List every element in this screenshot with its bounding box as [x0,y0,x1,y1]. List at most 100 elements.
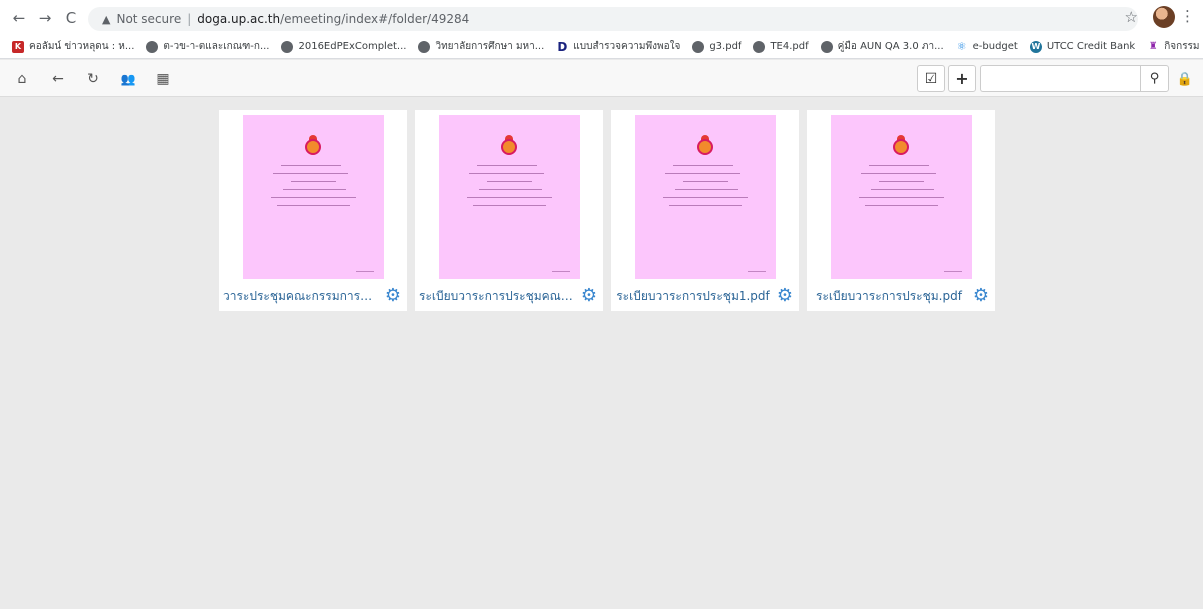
lock-icon[interactable]: 🔒 [1175,70,1195,88]
bookmark-label: UTCC Credit Bank [1046,41,1136,52]
bookmark-item[interactable]: D แบบสำรวจความพึงพอใจ [556,39,680,54]
thumbnail-text-line [283,189,346,190]
university-seal-icon [499,135,519,157]
k-logo-icon: K [12,40,24,53]
bookmark-star-icon[interactable]: ☆ [1125,8,1138,26]
warning-icon: ▲ [102,12,111,26]
bookmark-item[interactable]: g3.pdf [692,40,742,53]
bookmark-item[interactable]: TE4.pdf [753,40,809,53]
grid-view-icon[interactable]: ▦ [153,69,173,89]
file-name-link[interactable]: ระเบียบวาระการประชุม1.pdf [611,286,771,306]
file-card[interactable]: ระเบียบวาระการประชุมคณะกรรมการ.pdf⚙ [415,110,603,311]
thumbnail-footer-line [944,271,962,272]
bookmark-label: ต-วข-า-ตและเกณฑ-ก... [163,41,270,52]
address-bar[interactable]: ▲ Not secure | doga.up.ac.th /emeeting/i… [88,7,1138,31]
thumbnail-text-line [673,165,733,166]
bookmark-item[interactable]: ต-วข-า-ตและเกณฑ-ก... [146,39,269,54]
thumbnail-text-line [871,189,934,190]
not-secure-label: Not secure [116,12,182,26]
gear-icon[interactable]: ⚙ [775,286,795,306]
thumbnail-text-line [869,165,929,166]
file-card[interactable]: ระเบียบวาระการประชุม.pdf ⚙ [807,110,995,311]
thumbnail-footer-line [552,271,570,272]
thumbnail-text-line [469,173,544,174]
bookmark-label: คู่มือ AUN QA 3.0 ภา... [837,41,944,52]
thumbnail-text-line [879,181,924,182]
bookmark-label: กิจกรรม 5 ส. [1164,41,1203,52]
university-seal-icon [695,135,715,157]
search-button[interactable]: ⚲ [1140,65,1169,92]
thumbnail-footer-line [356,271,374,272]
app-toolbar: ⌂ ← ↻ 👥 ▦ ☑ + ⚲ 🔒 [0,60,1203,97]
browser-toolbar: ← → C ▲ Not secure | doga.up.ac.th /emee… [0,0,1203,35]
globe-icon [753,40,766,53]
users-icon[interactable]: 👥 [118,69,138,89]
plus-icon: + [955,69,969,88]
bookmark-label: TE4.pdf [770,41,809,52]
bookmark-label: e-budget [972,41,1018,52]
pdf-thumbnail[interactable] [831,115,972,279]
file-name-link[interactable]: วาระประชุมคณะกรรมการประจำวิทยาลัย.pdf [219,286,379,306]
search-icon: ⚲ [1149,71,1160,86]
gear-icon[interactable]: ⚙ [971,286,991,306]
thumbnail-text-line [479,189,542,190]
thumbnail-text-line [665,173,740,174]
thumbnail-text-line [487,181,532,182]
bookmark-label: วิทยาลัยการศึกษา มหา... [435,41,545,52]
thumbnail-text-line [281,165,341,166]
file-card[interactable]: วาระประชุมคณะกรรมการประจำวิทยาลัย.pdf⚙ [219,110,407,311]
globe-icon [146,40,159,53]
url-path: /emeeting/index#/folder/49284 [280,12,470,26]
add-button[interactable]: + [948,65,976,92]
bookmark-item[interactable]: วิทยาลัยการศึกษา มหา... [418,39,544,54]
globe-icon [418,40,431,53]
file-name-link[interactable]: ระเบียบวาระการประชุมคณะกรรมการ.pdf [415,286,575,306]
bookmark-label: 2016EdPExComplet... [298,41,407,52]
profile-avatar[interactable] [1153,6,1175,28]
pdf-thumbnail[interactable] [439,115,580,279]
bookmarks-bar: K คอลัมน์ ข่าวหลุดน : ห... ต-วข-า-ตและเกณฑ… [0,35,1203,59]
globe-icon [820,40,833,53]
d-logo-icon: D [556,39,569,54]
gear-icon[interactable]: ⚙ [383,286,403,306]
pdf-thumbnail[interactable] [243,115,384,279]
thumbnail-text-line [861,173,936,174]
back-icon[interactable]: ← [48,69,68,89]
search-input[interactable] [980,65,1140,92]
thumbnail-text-line [273,173,348,174]
address-separator: | [187,12,192,26]
file-name-link[interactable]: ระเบียบวาระการประชุม.pdf [807,286,967,306]
file-grid: วาระประชุมคณะกรรมการประจำวิทยาลัย.pdf⚙ระ… [0,98,1203,609]
bookmark-item[interactable]: 2016EdPExComplet... [281,40,407,53]
react-icon: ⚛ [955,40,968,53]
file-card[interactable]: ระเบียบวาระการประชุม1.pdf ⚙ [611,110,799,311]
reload-icon[interactable]: C [60,7,82,29]
thumbnail-text-line [859,197,944,198]
bookmark-item[interactable]: ⚛ e-budget [955,40,1018,53]
forward-arrow-icon[interactable]: → [34,7,56,29]
wordpress-icon: W [1029,40,1042,53]
home-icon[interactable]: ⌂ [12,69,32,89]
pdf-thumbnail[interactable] [635,115,776,279]
browser-menu-icon[interactable]: ⋮ [1180,7,1195,25]
bookmark-item[interactable]: W UTCC Credit Bank [1029,40,1136,53]
select-check-button[interactable]: ☑ [917,65,945,92]
gear-icon[interactable]: ⚙ [579,286,599,306]
thumbnail-text-line [291,181,336,182]
globe-icon [281,40,294,53]
bank-icon: ♜ [1147,40,1160,53]
refresh-icon[interactable]: ↻ [83,69,103,89]
bookmark-item[interactable]: คู่มือ AUN QA 3.0 ภา... [820,39,944,54]
thumbnail-text-line [473,205,546,206]
thumbnail-text-line [675,189,738,190]
bookmark-item[interactable]: ♜ กิจกรรม 5 ส. [1147,39,1203,54]
url-host: doga.up.ac.th [197,12,281,26]
thumbnail-text-line [271,197,356,198]
bookmark-label: แบบสำรวจความพึงพอใจ [573,41,681,52]
thumbnail-text-line [477,165,537,166]
bookmark-item[interactable]: K คอลัมน์ ข่าวหลุดน : ห... [12,39,134,54]
bookmark-label: g3.pdf [709,41,742,52]
check-icon: ☑ [924,70,938,87]
back-arrow-icon[interactable]: ← [8,7,30,29]
bookmark-label: คอลัมน์ ข่าวหลุดน : ห... [29,41,135,52]
